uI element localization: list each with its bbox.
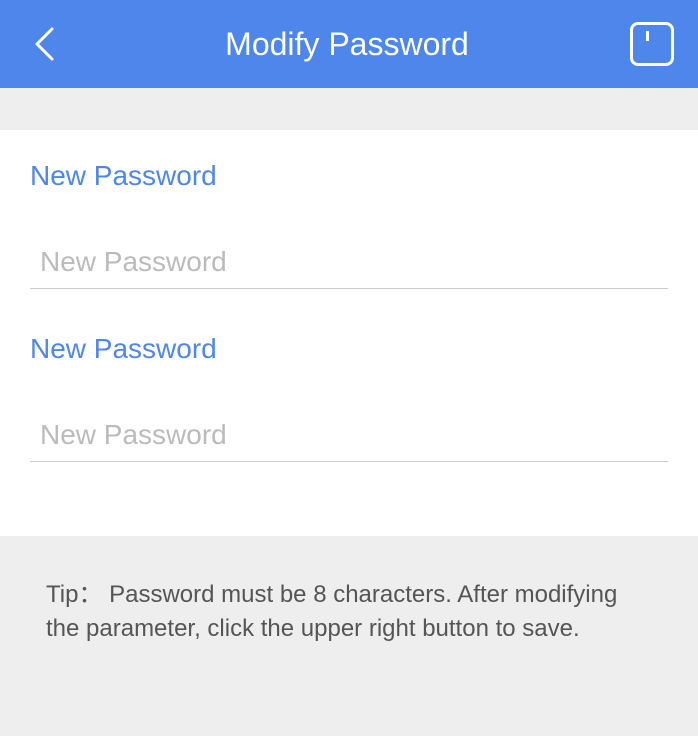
form-container: New Password New Password: [0, 130, 698, 536]
new-password-field-group-1: New Password: [30, 160, 668, 289]
page-title: Modify Password: [64, 26, 630, 63]
new-password-input-2[interactable]: [30, 413, 668, 462]
new-password-field-group-2: New Password: [30, 333, 668, 462]
header: Modify Password: [0, 0, 698, 88]
back-button[interactable]: [24, 24, 64, 64]
save-button[interactable]: [630, 22, 674, 66]
tip-container: Tip： Password must be 8 characters. Afte…: [0, 536, 698, 736]
save-icon: [639, 31, 665, 57]
chevron-left-icon: [33, 26, 55, 62]
new-password-label-1: New Password: [30, 160, 668, 192]
new-password-input-1[interactable]: [30, 240, 668, 289]
new-password-label-2: New Password: [30, 333, 668, 365]
divider-band: [0, 88, 698, 130]
tip-text: Tip： Password must be 8 characters. Afte…: [46, 578, 652, 645]
